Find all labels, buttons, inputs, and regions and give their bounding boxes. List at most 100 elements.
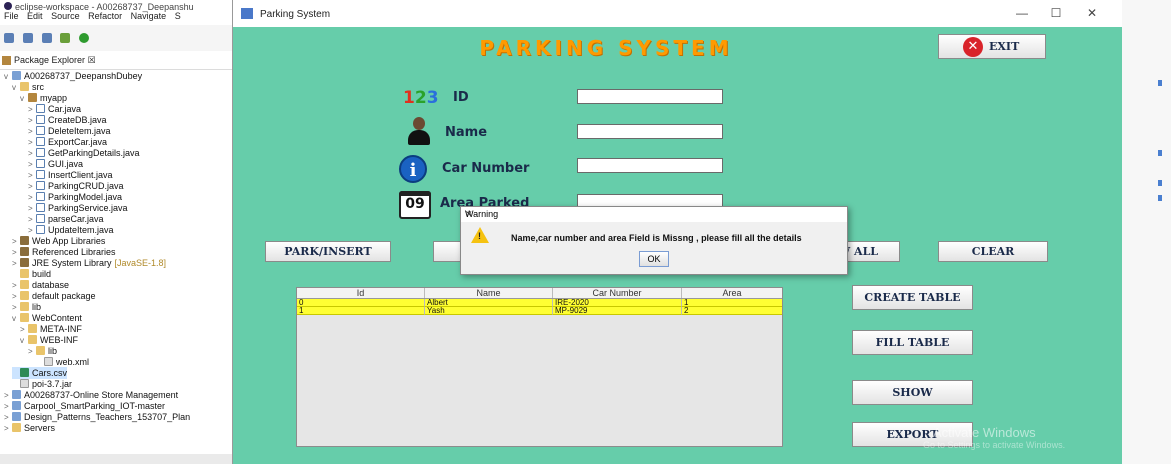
table-row[interactable]: 0 Albert IRE-2020 1 bbox=[297, 299, 782, 307]
person-head-icon bbox=[413, 117, 425, 130]
park-insert-button[interactable]: PARK/INSERT bbox=[265, 241, 391, 262]
tree-item-label: Car.java bbox=[48, 104, 82, 114]
package-explorer-tab[interactable]: Package Explorer ☒ bbox=[0, 51, 232, 70]
tree-item-label: ParkingModel.java bbox=[48, 192, 123, 202]
folder-icon bbox=[20, 82, 29, 91]
view-close-icon[interactable]: ☒ bbox=[88, 55, 96, 65]
tree-item-label: GUI.java bbox=[48, 159, 84, 169]
menu-search[interactable]: S bbox=[175, 11, 181, 21]
warning-exclamation-icon: ! bbox=[478, 231, 481, 241]
car-number-field[interactable] bbox=[577, 158, 723, 173]
project-icon bbox=[12, 390, 21, 399]
tree-item-label: UpdateItem.java bbox=[48, 225, 114, 235]
menu-source[interactable]: Source bbox=[51, 11, 80, 21]
parking-table: Id Name Car Number Area 0 Albert IRE-202… bbox=[296, 287, 783, 447]
id-icon-digit-3: 3 bbox=[426, 88, 439, 108]
show-button[interactable]: SHOW bbox=[852, 380, 973, 405]
tree-item[interactable]: > Servers bbox=[4, 422, 55, 434]
tree-item-label: Referenced Libraries bbox=[32, 247, 116, 257]
column-header-car-number[interactable]: Car Number bbox=[553, 288, 682, 298]
menu-file[interactable]: File bbox=[4, 11, 19, 21]
java-file-icon bbox=[36, 137, 45, 146]
column-header-name[interactable]: Name bbox=[425, 288, 553, 298]
save-icon[interactable] bbox=[22, 33, 33, 43]
package-tree: v A00268737_DeepanshDubey v src v myapp > Car.j… bbox=[0, 70, 232, 454]
tree-item-label: InsertClient.java bbox=[48, 170, 113, 180]
tree-item-label: parseCar.java bbox=[48, 214, 104, 224]
cell-car-number: IRE-2020 bbox=[553, 299, 682, 307]
tree-item-label: META-INF bbox=[40, 324, 82, 334]
java-file-icon bbox=[36, 104, 45, 113]
maximize-icon[interactable]: ☐ bbox=[1047, 5, 1065, 21]
dialog-close-icon[interactable]: ✕ bbox=[465, 209, 839, 220]
expanded-chevron-icon[interactable]: v bbox=[12, 82, 20, 94]
run-icon[interactable] bbox=[79, 33, 90, 43]
info-icon: i bbox=[399, 155, 427, 183]
tree-item-label: build bbox=[32, 269, 52, 279]
folder-icon bbox=[12, 423, 21, 432]
cell-area: 2 bbox=[682, 307, 782, 315]
tree-item-label: Servers bbox=[24, 423, 56, 433]
parking-window-title: Parking System bbox=[260, 9, 331, 20]
fill-table-button[interactable]: FILL TABLE bbox=[852, 330, 973, 355]
library-icon bbox=[20, 258, 29, 267]
cell-car-number: MP-9029 bbox=[553, 307, 682, 315]
close-icon[interactable]: ✕ bbox=[1083, 5, 1101, 21]
cell-name: Yash bbox=[425, 307, 553, 315]
tree-item-label: ParkingCRUD.java bbox=[48, 181, 124, 191]
library-icon bbox=[20, 247, 29, 256]
tree-item-label: Web App Libraries bbox=[32, 236, 106, 246]
print-icon[interactable] bbox=[41, 33, 52, 43]
cell-area: 1 bbox=[682, 299, 782, 307]
java-file-icon bbox=[36, 203, 45, 212]
menu-refactor[interactable]: Refactor bbox=[88, 11, 122, 21]
car-number-label: Car Number bbox=[442, 161, 530, 176]
java-file-icon bbox=[36, 181, 45, 190]
jar-file-icon bbox=[20, 379, 29, 388]
collapsed-chevron-icon[interactable]: > bbox=[4, 423, 12, 435]
id-field[interactable] bbox=[577, 89, 723, 104]
expanded-chevron-icon[interactable]: v bbox=[12, 313, 20, 325]
parking-title-bar: Parking System — ☐ ✕ bbox=[233, 0, 1122, 27]
menu-edit[interactable]: Edit bbox=[27, 11, 43, 21]
expanded-chevron-icon[interactable]: v bbox=[20, 335, 28, 347]
tree-item-label: CreateDB.java bbox=[48, 115, 107, 125]
expanded-chevron-icon[interactable]: v bbox=[4, 71, 12, 83]
package-explorer-icon bbox=[2, 56, 11, 65]
folder-icon bbox=[20, 280, 29, 289]
clear-button[interactable]: CLEAR bbox=[938, 241, 1048, 262]
activation-watermark-hint: Go to Settings to activate Windows. bbox=[923, 440, 1066, 450]
create-table-button[interactable]: CREATE TABLE bbox=[852, 285, 973, 310]
debug-icon[interactable] bbox=[60, 33, 71, 43]
exit-label: EXIT bbox=[989, 40, 1020, 53]
id-icon-digit-2: 2 bbox=[414, 88, 427, 108]
collapsed-chevron-icon[interactable]: > bbox=[28, 346, 36, 358]
id-label: ID bbox=[453, 90, 469, 105]
name-label: Name bbox=[445, 125, 488, 140]
table-row[interactable]: 1 Yash MP-9029 2 bbox=[297, 307, 782, 315]
java-file-icon bbox=[36, 115, 45, 124]
tree-item-label: JRE System Library bbox=[32, 258, 112, 268]
id-numbers-icon: 123 bbox=[403, 88, 439, 108]
project-icon bbox=[12, 412, 21, 421]
column-header-area[interactable]: Area bbox=[682, 288, 782, 298]
new-icon[interactable] bbox=[4, 33, 14, 43]
minimize-icon[interactable]: — bbox=[1013, 5, 1031, 21]
menu-navigate[interactable]: Navigate bbox=[131, 11, 167, 21]
java-app-icon bbox=[241, 8, 253, 19]
folder-icon bbox=[20, 269, 29, 278]
tree-item-label: poi-3.7.jar bbox=[32, 379, 73, 389]
tree-horizontal-scrollbar[interactable] bbox=[0, 454, 232, 464]
exit-x-icon: ✕ bbox=[963, 37, 983, 57]
tree-item-label: A00268737_DeepanshDubey bbox=[24, 71, 143, 81]
name-field[interactable] bbox=[577, 124, 723, 139]
tree-item-label: A00268737-Online Store Management bbox=[24, 390, 179, 400]
expanded-chevron-icon[interactable]: v bbox=[20, 93, 28, 105]
java-file-icon bbox=[36, 170, 45, 179]
column-header-id[interactable]: Id bbox=[297, 288, 425, 298]
marker-icon bbox=[1158, 180, 1162, 186]
exit-button[interactable]: ✕ EXIT bbox=[938, 34, 1046, 59]
tree-item-label: WEB-INF bbox=[40, 335, 78, 345]
ok-button[interactable]: OK bbox=[639, 251, 669, 267]
java-file-icon bbox=[36, 148, 45, 157]
